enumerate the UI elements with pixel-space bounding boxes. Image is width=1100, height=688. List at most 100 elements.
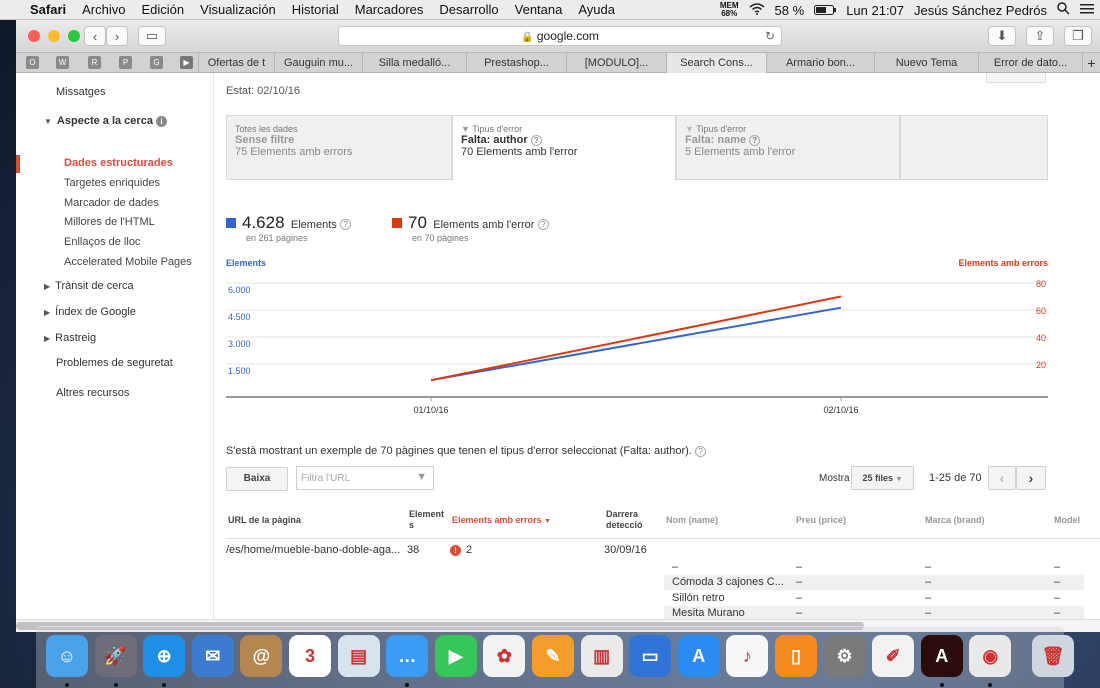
menu-app-name[interactable]: Safari — [22, 2, 74, 17]
dock-photos-icon[interactable]: ✿ — [483, 635, 526, 677]
dock-messages-icon[interactable]: … — [386, 635, 429, 677]
prev-page-button[interactable]: ‹ — [988, 466, 1016, 490]
tab-8[interactable]: Nuevo Tema — [874, 53, 978, 73]
share-button[interactable]: ⇪ — [1026, 26, 1054, 46]
dock-pages-icon[interactable]: ✎ — [532, 635, 574, 677]
show-tabs-button[interactable]: ❐ — [1064, 26, 1092, 46]
dock-keynote-icon[interactable]: ▭ — [629, 635, 672, 677]
partial-button[interactable] — [986, 73, 1046, 83]
help-icon[interactable]: ? — [749, 134, 761, 146]
sidebar-group-google-index[interactable]: ▶ Índex de Google — [44, 306, 136, 318]
dock-app-store-icon[interactable]: A — [677, 635, 720, 677]
sidebar-item-other-resources[interactable]: Altres recursos — [56, 387, 129, 399]
tab-3[interactable]: Silla medalló... — [362, 53, 466, 73]
sidebar-item-messages[interactable]: Missatges — [56, 86, 106, 98]
tab-7[interactable]: Armario bon... — [766, 53, 874, 73]
dock-launchpad-icon[interactable]: 🚀 — [94, 635, 137, 677]
row-url[interactable]: /es/home/mueble-bano-doble-aga... — [226, 544, 406, 556]
clock[interactable]: Lun 21:07 — [846, 3, 904, 18]
filter-tab-all-data[interactable]: Totes les dades Sense filtre 75 Elements… — [226, 115, 452, 180]
tab-9[interactable]: Error de dato... — [978, 53, 1082, 73]
dock-system-preferences-icon[interactable]: ⚙ — [823, 635, 866, 677]
notification-center-icon[interactable] — [1080, 3, 1094, 18]
battery-icon[interactable] — [814, 3, 837, 18]
new-tab-button[interactable]: + — [1082, 53, 1100, 73]
stat-errors[interactable]: 70 Elements amb l'error ? en 70 pàgines — [392, 213, 549, 243]
favorite-w-icon[interactable]: W — [56, 56, 69, 69]
menu-historial[interactable]: Historial — [284, 2, 347, 17]
rows-per-page-select[interactable]: 25 files ▼ — [851, 466, 914, 490]
dock-chrome-icon[interactable]: ◉ — [969, 635, 1012, 677]
memory-indicator[interactable]: MEM 68% — [720, 2, 739, 18]
next-page-button[interactable]: › — [1016, 466, 1046, 490]
info-icon[interactable]: i — [156, 115, 167, 127]
menu-edicion[interactable]: Edición — [134, 2, 193, 17]
spotlight-search-icon[interactable] — [1057, 2, 1070, 18]
dock-ibooks-icon[interactable]: ▯ — [775, 635, 817, 677]
tab-5[interactable]: [MODULO]... — [566, 53, 666, 73]
dock-contacts-icon[interactable]: @ — [240, 635, 283, 677]
menu-ayuda[interactable]: Ayuda — [570, 2, 623, 17]
wifi-icon[interactable] — [749, 2, 765, 18]
dock-acrobat-icon[interactable]: A — [920, 635, 963, 677]
battery-percent[interactable]: 58 % — [775, 3, 805, 18]
sidebar-toggle-button[interactable]: ▭ — [138, 26, 166, 46]
menu-visualizacion[interactable]: Visualización — [192, 2, 284, 17]
downloads-button[interactable]: ⬇ — [988, 26, 1016, 46]
favorite-p-icon[interactable]: P — [119, 56, 132, 69]
menu-ventana[interactable]: Ventana — [507, 2, 571, 17]
sidebar-item-data-highlighter[interactable]: Marcador de dades — [64, 197, 159, 209]
sidebar-group-search-traffic[interactable]: ▶ Trànsit de cerca — [44, 280, 134, 292]
help-icon[interactable]: ? — [694, 445, 706, 457]
favorite-r-icon[interactable]: R — [88, 56, 101, 69]
tab-6-active[interactable]: Search Cons... — [666, 53, 766, 73]
sidebar-section-search-appearance[interactable]: ▼ Aspecte a la cerca i — [44, 115, 167, 127]
tab-2[interactable]: Gauguin mu... — [274, 53, 362, 73]
menu-marcadores[interactable]: Marcadores — [347, 2, 432, 17]
sidebar-item-amp[interactable]: Accelerated Mobile Pages — [64, 256, 192, 268]
dock-facetime-icon[interactable]: ▶ — [434, 635, 477, 677]
close-window-button[interactable] — [28, 30, 40, 42]
help-icon[interactable]: ? — [530, 134, 542, 146]
dock-finder-icon[interactable]: ☺ — [46, 635, 88, 677]
stat-elements[interactable]: 4.628 Elements ? en 261 pàgines — [226, 213, 352, 243]
col-header-brand[interactable]: Marca (brand) — [925, 515, 985, 526]
funnel-icon[interactable]: ▼ — [416, 471, 427, 483]
favorite-video-icon[interactable]: ▶ — [180, 56, 193, 69]
help-icon[interactable]: ? — [537, 219, 549, 231]
dock-numbers-icon[interactable]: ▥ — [580, 635, 623, 677]
forward-button[interactable]: › — [106, 26, 128, 46]
tab-4[interactable]: Prestashop... — [466, 53, 566, 73]
minimize-window-button[interactable] — [48, 30, 60, 42]
dock-textedit-icon[interactable]: ✐ — [872, 635, 915, 677]
menu-desarrollo[interactable]: Desarrollo — [431, 2, 506, 17]
dock-trash-icon[interactable]: 🗑 — [1032, 635, 1074, 677]
sidebar-group-crawl[interactable]: ▶ Rastreig — [44, 332, 96, 344]
dock-safari-icon[interactable]: ⊕ — [143, 635, 186, 677]
filter-tab-missing-author[interactable]: ▼ Tipus d'error Falta: author ? 70 Eleme… — [452, 115, 676, 181]
dock-mail-icon[interactable]: ✉ — [191, 635, 234, 677]
col-header-last-detected[interactable]: Darrera detecció — [606, 509, 643, 531]
col-header-url[interactable]: URL de la pàgina — [228, 515, 301, 526]
address-bar[interactable]: 🔒 google.com ↻ — [338, 26, 782, 46]
url-filter-input[interactable]: Filtra l'URL ▼ — [296, 466, 434, 490]
reload-icon[interactable]: ↻ — [765, 27, 775, 46]
dock-calendar-icon[interactable]: 3 — [289, 635, 331, 677]
favorite-o-icon[interactable]: O — [26, 56, 39, 69]
zoom-window-button[interactable] — [68, 30, 80, 42]
user-name[interactable]: Jesús Sánchez Pedrós — [914, 3, 1047, 18]
download-button[interactable]: Baixa — [226, 467, 288, 491]
col-header-model[interactable]: Model — [1054, 515, 1080, 526]
filter-tab-missing-name[interactable]: ▼ Tipus d'error Falta: name ? 5 Elements… — [676, 115, 900, 180]
help-icon[interactable]: ? — [340, 219, 352, 231]
sidebar-item-html-improvements[interactable]: Millores de l'HTML — [64, 216, 155, 228]
dock-preview-icon[interactable]: ▤ — [337, 635, 380, 677]
col-header-errors[interactable]: Elements amb errors ▼ — [452, 515, 551, 527]
tab-1[interactable]: Ofertas de t — [198, 53, 274, 73]
favorite-g-icon[interactable]: G — [150, 56, 163, 69]
back-button[interactable]: ‹ — [84, 26, 106, 46]
menu-archivo[interactable]: Archivo — [74, 2, 133, 17]
col-header-price[interactable]: Preu (price) — [796, 515, 846, 526]
dock-itunes-icon[interactable]: ♪ — [726, 635, 769, 677]
sidebar-item-sitelinks[interactable]: Enllaços de lloc — [64, 236, 140, 248]
